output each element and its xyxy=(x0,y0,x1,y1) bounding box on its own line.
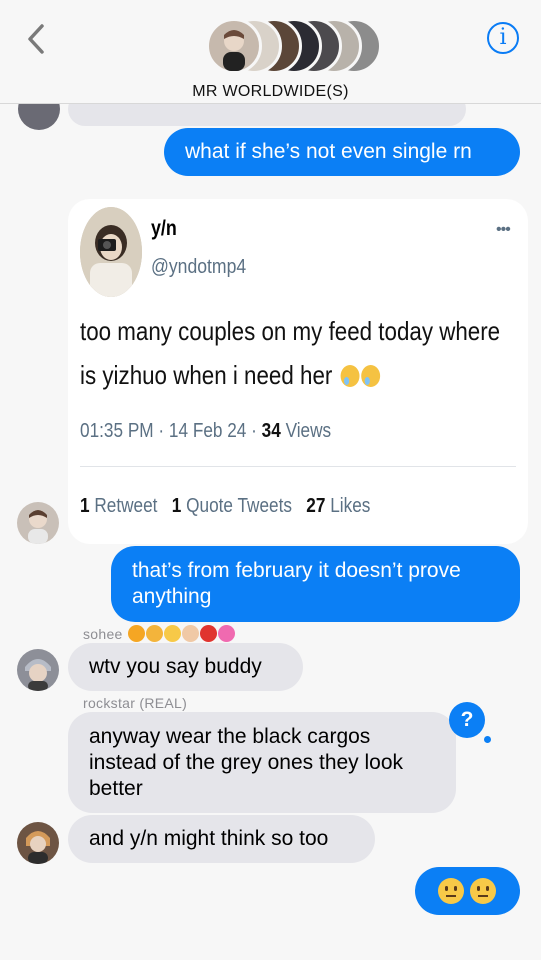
group-name[interactable]: MR WORLDWIDE(S) xyxy=(0,83,541,101)
grimacing-face-emoji-icon xyxy=(470,878,496,904)
tweet-text-line-2: is yizhuo when i need her xyxy=(80,353,458,397)
message-text: and y/n might think so too xyxy=(89,827,329,850)
sender-avatar[interactable] xyxy=(17,502,59,544)
received-message[interactable]: and y/n might think so too xyxy=(68,815,375,863)
tweet-meta: 01:35 PM · 14 Feb 24 · 34 Views xyxy=(80,420,332,442)
reaction-tail-dot xyxy=(484,736,491,743)
message-text: what if she’s not even single rn xyxy=(185,140,472,163)
received-message[interactable]: wtv you say buddy xyxy=(68,643,303,691)
heart-on-fire-emoji-icon xyxy=(200,625,217,643)
heart-eyes-emoji-icon xyxy=(164,625,181,643)
tweet-text: too many couples on my feed today where … xyxy=(80,309,501,397)
person-photo-icon xyxy=(25,659,51,691)
sender-name: sohee xyxy=(83,626,123,642)
message-text: wtv you say buddy xyxy=(89,655,262,678)
heart-hands-emoji-icon xyxy=(182,625,199,643)
person-camera-photo-icon xyxy=(80,207,142,297)
grimacing-face-emoji-icon xyxy=(438,878,464,904)
person-photo-icon xyxy=(28,510,48,544)
message-text: anyway wear the black cargos instead of … xyxy=(89,724,404,800)
group-avatars[interactable] xyxy=(206,18,386,76)
person-photo-icon xyxy=(223,30,245,71)
info-icon[interactable]: i xyxy=(487,22,519,54)
person-photo-icon xyxy=(26,831,50,864)
sent-message[interactable]: that’s from february it doesn’t prove an… xyxy=(111,546,520,622)
back-chevron-icon[interactable] xyxy=(22,22,52,56)
sender-avatar[interactable] xyxy=(17,649,59,691)
divider xyxy=(80,466,516,467)
sender-name: rockstar (REAL) xyxy=(83,695,188,711)
sent-message[interactable] xyxy=(415,867,520,915)
crying-face-emoji-icon xyxy=(360,365,380,387)
sent-message[interactable]: what if she’s not even single rn xyxy=(164,128,520,176)
message-text: that’s from february it doesn’t prove an… xyxy=(132,559,461,608)
more-options-icon: ••• xyxy=(496,221,511,238)
group-avatar xyxy=(206,18,262,74)
sender-avatar[interactable] xyxy=(17,822,59,864)
chat-header: i MR WORLDWIDE(S) xyxy=(0,0,541,104)
smiling-hearts-emoji-icon xyxy=(128,625,145,643)
question-mark-reaction-icon[interactable]: ? xyxy=(449,702,485,738)
tweet-avatar xyxy=(80,207,142,297)
emoji-reactions xyxy=(128,625,236,643)
kiss-emoji-icon xyxy=(146,625,163,643)
tweet-stats: 1 Retweet 1 Quote Tweets 27 Likes xyxy=(80,495,371,517)
received-message[interactable]: anyway wear the black cargos instead of … xyxy=(68,712,456,813)
tweet-screenshot[interactable]: y/n @yndotmp4 ••• too many couples on my… xyxy=(68,199,528,544)
sparkling-heart-emoji-icon xyxy=(218,625,235,643)
tweet-author-handle: @yndotmp4 xyxy=(151,256,247,278)
tweet-author-name: y/n xyxy=(151,217,177,240)
tweet-text-line: too many couples on my feed today where xyxy=(80,316,501,346)
crying-face-emoji-icon xyxy=(340,365,360,387)
